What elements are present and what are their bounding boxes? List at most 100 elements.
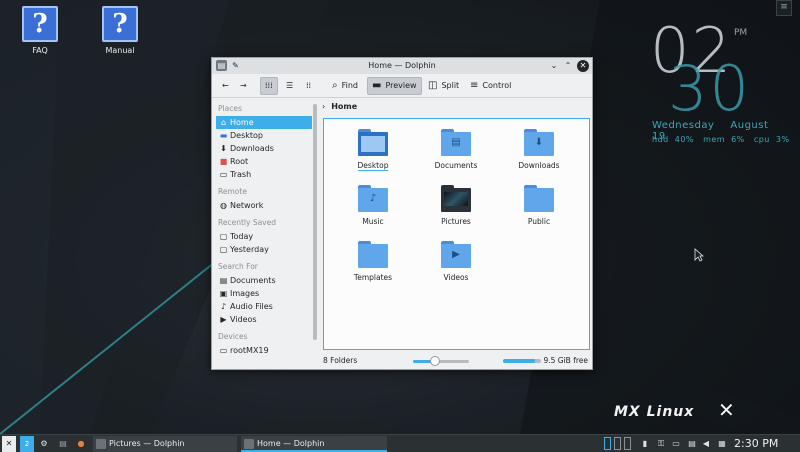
- maximize-icon[interactable]: ⌃: [562, 60, 574, 72]
- task-label: Home — Dolphin: [257, 439, 325, 448]
- file-manager-icon[interactable]: ▤: [56, 436, 70, 452]
- list-icon: ☰: [286, 81, 294, 90]
- find-button[interactable]: ⌕ Find: [328, 77, 362, 95]
- sidebar-item-trash[interactable]: ▭ Trash: [216, 168, 312, 181]
- video-icon: ▶: [220, 315, 227, 324]
- mx-linux-logo: MX Linux ✕: [614, 398, 736, 422]
- dolphin-window[interactable]: ▤ ✎ Home — Dolphin ⌄ ⌃ ✕ ← → ⁞⁞⁞ ☰ ⁞⁞ ⌕ F…: [211, 57, 593, 370]
- sidebar-scrollbar[interactable]: [313, 104, 317, 340]
- folder-documents[interactable]: ▤ Documents: [421, 129, 491, 170]
- dolphin-icon: [96, 439, 106, 449]
- breadcrumb-home[interactable]: Home: [331, 102, 357, 111]
- desktop-icon-manual[interactable]: ? Manual: [90, 6, 150, 55]
- desktop-pager-3[interactable]: [624, 437, 631, 450]
- clock-day: Wednesday: [652, 120, 715, 131]
- close-icon[interactable]: ✕: [577, 60, 589, 72]
- sidebar-item-rootmx19[interactable]: ▭ rootMX19: [216, 344, 312, 357]
- sidebar-item-audio-files[interactable]: ♪ Audio Files: [216, 300, 312, 313]
- network-status-icon[interactable]: ▦: [716, 436, 728, 452]
- clock-widget: 02 30 PM Wednesday August 19 hdd 40% mem 6%…: [648, 20, 798, 150]
- calendar-icon: ▢: [219, 245, 228, 254]
- desktop: ? FAQ ? Manual ≡ 02 30 PM Wednesday Augus…: [0, 0, 800, 434]
- workspace-indicator[interactable]: 2: [20, 436, 34, 452]
- zoom-slider-handle[interactable]: [430, 356, 441, 366]
- notes-icon[interactable]: ▤: [686, 436, 698, 452]
- taskbar: ✕ 2 ⚙ ▤ ● Pictures — Dolphin Home — Dolp…: [0, 434, 800, 452]
- search-icon: ⌕: [332, 80, 338, 91]
- compact-view-button[interactable]: ☰: [282, 77, 297, 95]
- zoom-slider[interactable]: [413, 356, 469, 366]
- sidebar-item-label: Videos: [230, 315, 257, 324]
- vault-icon[interactable]: ⚿: [656, 436, 666, 452]
- audio-icon: ♪: [220, 302, 227, 311]
- folder-label: Templates: [353, 273, 393, 282]
- sidebar-item-today[interactable]: ▢ Today: [216, 230, 312, 243]
- folder-pictures[interactable]: Pictures: [421, 185, 491, 226]
- clipboard-icon[interactable]: ▮: [640, 436, 650, 452]
- cpu-value: 3%: [775, 135, 790, 144]
- sidebar-item-documents[interactable]: ▤ Documents: [216, 274, 312, 287]
- sidebar-item-yesterday[interactable]: ▢ Yesterday: [216, 243, 312, 256]
- folder-desktop[interactable]: Desktop: [338, 129, 408, 171]
- window-titlebar[interactable]: ▤ ✎ Home — Dolphin ⌄ ⌃ ✕: [212, 58, 592, 74]
- task-label: Pictures — Dolphin: [109, 439, 185, 448]
- desktop-folder-icon: [358, 129, 388, 156]
- back-button[interactable]: ←: [218, 77, 233, 95]
- toolbar: ← → ⁞⁞⁞ ☰ ⁞⁞ ⌕ Find ▬ Preview ◫ Split ≡ Cont…: [212, 74, 592, 98]
- settings-icon[interactable]: ⚙: [38, 436, 50, 452]
- minimize-icon[interactable]: ⌄: [548, 60, 560, 72]
- task-home-dolphin[interactable]: Home — Dolphin: [241, 436, 387, 452]
- sidebar-item-network[interactable]: ◍ Network: [216, 199, 312, 212]
- trash-icon: ▭: [219, 170, 228, 179]
- firefox-icon[interactable]: ●: [74, 436, 88, 452]
- split-button[interactable]: ◫ Split: [424, 77, 463, 95]
- breadcrumb[interactable]: › Home: [322, 100, 357, 114]
- sidebar-item-images[interactable]: ▣ Images: [216, 287, 312, 300]
- folder-downloads[interactable]: ⬇ Downloads: [504, 129, 574, 170]
- folder-count: 8 Folders: [323, 356, 358, 365]
- details-view-button[interactable]: ⁞⁞: [302, 77, 315, 95]
- free-space-label: 9.5 GiB free: [543, 356, 588, 365]
- public-folder-icon: [524, 185, 554, 212]
- forward-button[interactable]: →: [236, 77, 251, 95]
- system-stats: hdd 40% mem 6% cpu 3%: [652, 135, 796, 144]
- display-icon[interactable]: ▭: [670, 436, 682, 452]
- sidebar-item-root[interactable]: ■ Root: [216, 155, 312, 168]
- sidebar-item-home[interactable]: ⌂ Home: [216, 116, 312, 129]
- folder-label: Public: [527, 217, 551, 226]
- sidebar-item-downloads[interactable]: ⬇ Downloads: [216, 142, 312, 155]
- split-label: Split: [441, 81, 460, 90]
- preview-button[interactable]: ▬ Preview: [367, 77, 422, 95]
- icons-view-button[interactable]: ⁞⁞⁞: [260, 77, 278, 95]
- details-icon: ⁞⁞: [306, 81, 312, 90]
- folder-label: Documents: [434, 161, 478, 170]
- file-view[interactable]: Desktop ▤ Documents ⬇ Downloads ♪ Music …: [323, 118, 590, 350]
- grid-icon: ⁞⁞⁞: [265, 81, 273, 90]
- split-icon: ◫: [428, 80, 438, 91]
- app-menu-icon[interactable]: ▤: [216, 60, 227, 71]
- sidebar-item-label: Audio Files: [230, 302, 273, 311]
- task-pictures-dolphin[interactable]: Pictures — Dolphin: [93, 436, 237, 452]
- pin-icon[interactable]: ✎: [230, 60, 241, 71]
- search-section-title: Search For: [218, 262, 258, 271]
- desktop-pager-2[interactable]: [614, 437, 621, 450]
- folder-public[interactable]: Public: [504, 185, 574, 226]
- folder-music[interactable]: ♪ Music: [338, 185, 408, 226]
- free-space-bar: [503, 359, 541, 363]
- desktop-toolbox-button[interactable]: ≡: [776, 0, 792, 16]
- taskbar-clock[interactable]: 2:30 PM: [734, 435, 778, 452]
- image-icon: ▣: [219, 289, 228, 298]
- sidebar-item-videos[interactable]: ▶ Videos: [216, 313, 312, 326]
- mx-menu-icon[interactable]: ✕: [2, 436, 16, 452]
- desktop-pager-1[interactable]: [604, 437, 611, 450]
- sidebar-item-desktop[interactable]: ▬ Desktop: [216, 129, 312, 142]
- folder-videos[interactable]: ▶ Videos: [421, 241, 491, 282]
- desktop-icon-faq[interactable]: ? FAQ: [10, 6, 70, 55]
- status-bar: 8 Folders 9.5 GiB free: [323, 354, 590, 368]
- control-button[interactable]: ≡ Control: [466, 77, 515, 95]
- clock-ampm: PM: [734, 28, 748, 38]
- volume-icon[interactable]: ◀: [700, 436, 712, 452]
- workspace-number: 2: [24, 440, 30, 448]
- folder-templates[interactable]: Templates: [338, 241, 408, 282]
- preview-icon: ▬: [372, 80, 382, 91]
